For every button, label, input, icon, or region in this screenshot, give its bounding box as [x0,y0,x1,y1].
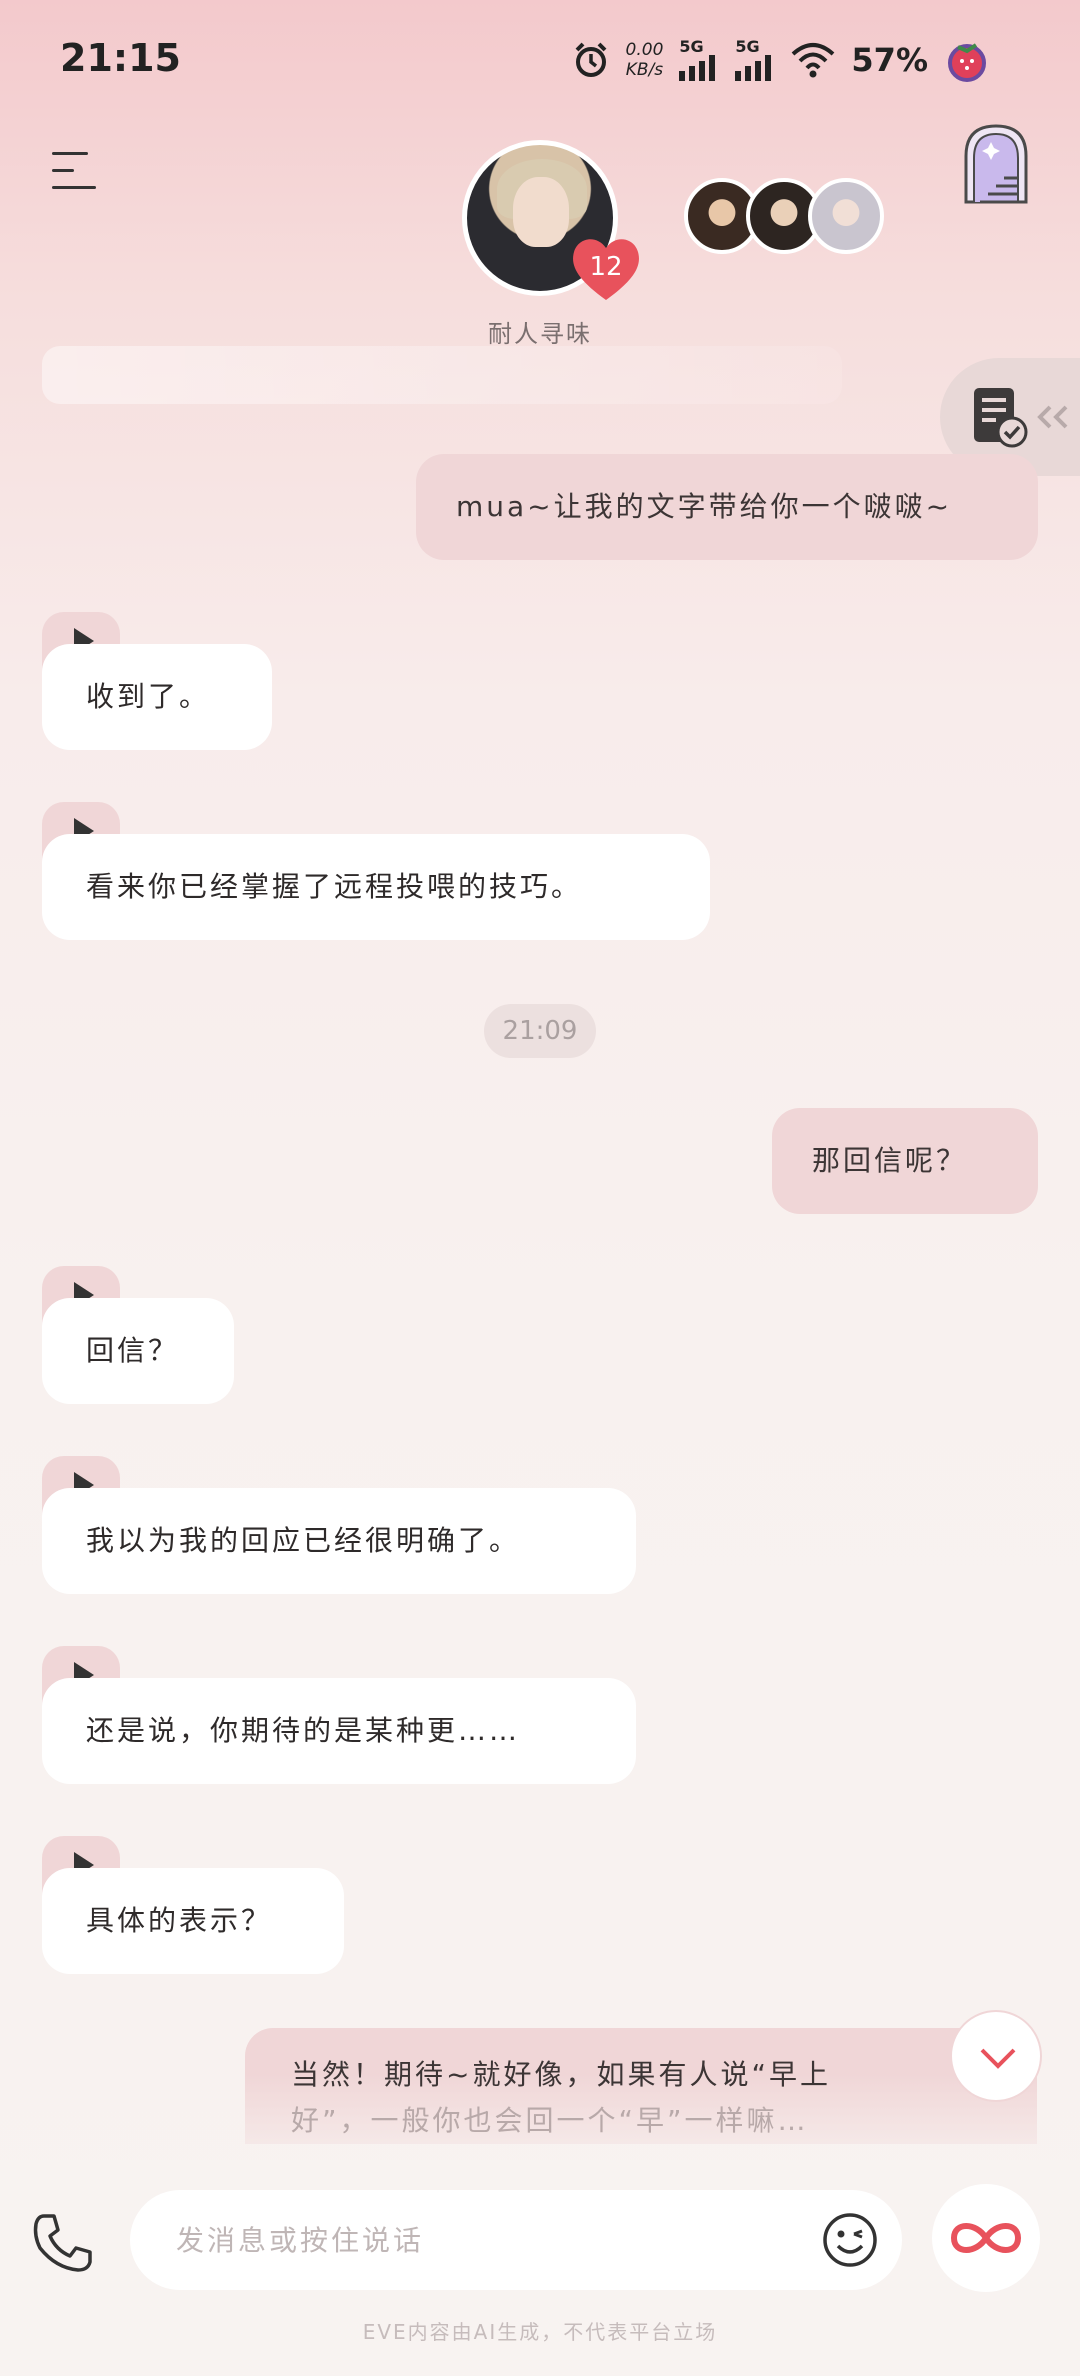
message-text: 那回信呢？ [812,1144,968,1177]
timestamp-divider: 21:09 [484,1004,596,1058]
menu-line [52,169,74,172]
sim1-label: 5G [679,37,704,56]
voice-call-button[interactable] [30,2210,96,2276]
arch-window-icon [964,124,1028,204]
network-speed-unit: KB/s [625,60,664,80]
infinity-mode-button[interactable] [932,2184,1040,2292]
emoji-button[interactable] [822,2212,878,2268]
sim2-label: 5G [735,37,760,56]
ai-message[interactable]: 具体的表示？ [42,1868,344,1974]
scene-arch-button[interactable] [958,122,1034,204]
status-icons: 0.00 KB/s 5G 5G 57% [572,30,990,90]
wifi-icon [792,43,835,78]
document-check-icon [974,388,1028,448]
message-input-container [130,2190,902,2290]
ai-message[interactable]: 收到了。 [42,644,272,750]
signal-sim2: 5G [735,39,775,81]
signal-bars-icon [679,55,716,81]
wink-face-icon [823,2213,877,2267]
signal-sim1: 5G [679,39,719,81]
status-time: 21:15 [60,36,181,80]
user-message[interactable]: 那回信呢？ [772,1108,1038,1214]
scroll-to-bottom-button[interactable] [950,2010,1042,2102]
ai-message[interactable]: 回信？ [42,1298,234,1404]
menu-button[interactable] [52,150,102,192]
message-text: mua~让我的文字带给你一个啵啵~ [456,490,953,523]
character-name: 耐人寻味 [488,320,592,348]
network-speed: 0.00 KB/s [626,40,664,80]
message-text: 具体的表示？ [86,1904,273,1937]
infinity-icon [950,2223,1022,2253]
avatar-face [513,177,569,247]
signal-bars-icon [735,55,772,81]
affinity-heart-badge[interactable]: 12 [568,232,644,304]
other-characters [684,178,884,254]
status-bar: 21:15 0.00 KB/s 5G 5G 57% [0,0,1080,120]
ai-disclaimer: EVE内容由AI生成，不代表平台立场 [362,2320,718,2344]
ai-message[interactable]: 看来你已经掌握了远程投喂的技巧。 [42,834,710,940]
message-text: 收到了。 [86,680,211,713]
message-text: 还是说，你期待的是某种更…… [86,1714,521,1747]
message-text-line: 好”，一般你也会回一个“早”一样嘛… [291,2104,809,2137]
character-avatar-small[interactable] [808,178,884,254]
ai-message[interactable]: 还是说，你期待的是某种更…… [42,1678,636,1784]
user-message[interactable]: mua~让我的文字带给你一个啵啵~ [416,454,1038,560]
message-text-line: 当然！期待~就好像，如果有人说“早上 [291,2058,831,2091]
ai-message[interactable]: 我以为我的回应已经很明确了。 [42,1488,636,1594]
alarm-icon [575,42,606,77]
message-text: 看来你已经掌握了远程投喂的技巧。 [86,870,583,903]
battery-level: 57% [851,41,928,79]
network-speed-value: 0.00 [625,40,664,60]
menu-line [52,152,88,155]
message-text: 我以为我的回应已经很明确了。 [86,1524,521,1557]
user-message-partial[interactable]: 当然！期待~就好像，如果有人说“早上 好”，一般你也会回一个“早”一样嘛… [245,2028,1037,2144]
chevron-down-icon [980,2048,1016,2069]
previous-message-faded [42,346,842,404]
chevrons-left-icon [1037,405,1068,429]
affinity-level: 12 [589,252,623,282]
message-input[interactable] [176,2212,756,2268]
phone-icon [33,2214,92,2272]
message-text: 回信？ [86,1334,180,1367]
strawberry-battery-icon [948,43,986,82]
input-bar [0,2160,1080,2320]
menu-line [52,186,96,189]
